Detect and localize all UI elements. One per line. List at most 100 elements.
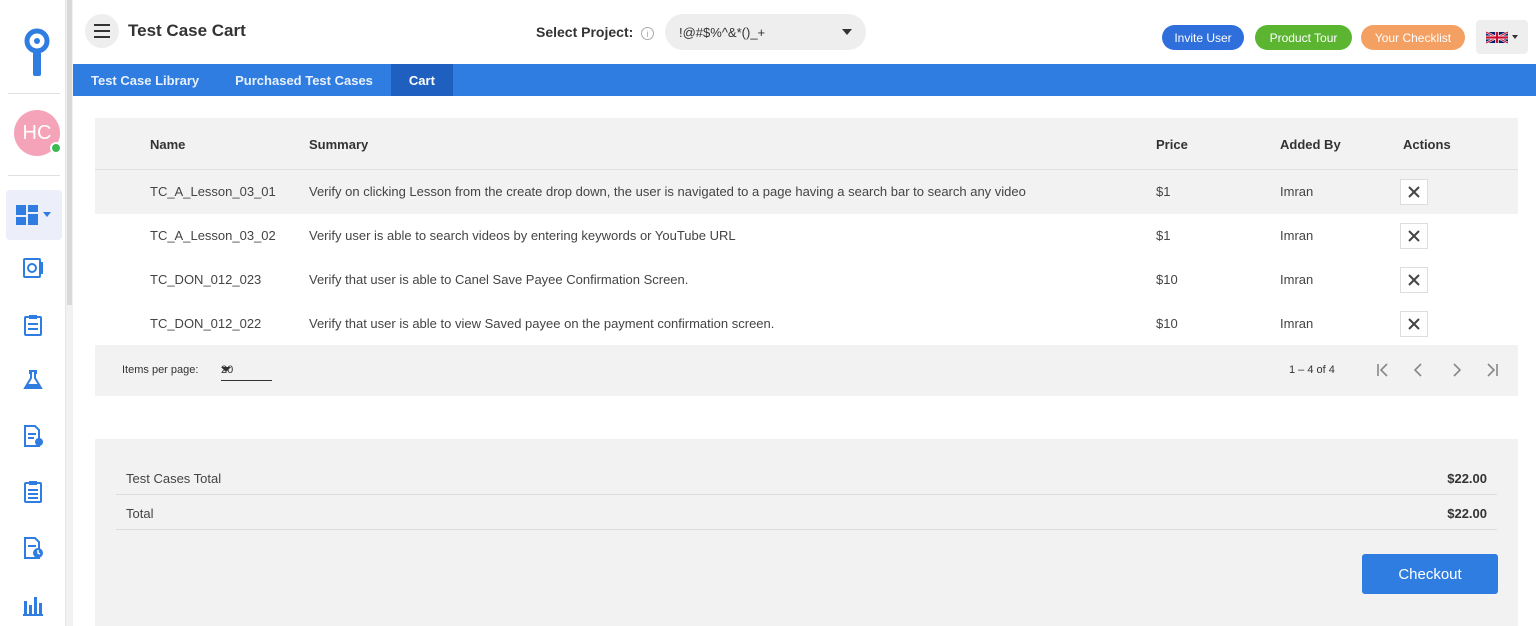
bar-chart-icon [23, 597, 43, 616]
product-tour-button[interactable]: Product Tour [1255, 25, 1352, 50]
online-status-icon [50, 142, 62, 154]
invite-user-button[interactable]: Invite User [1162, 25, 1244, 50]
project-label: Select Project: [536, 24, 634, 40]
cell-summary: Verify that user is able to Canel Save P… [309, 272, 689, 287]
sidebar-scrollbar[interactable] [66, 0, 73, 626]
cell-summary: Verify that user is able to view Saved p… [309, 316, 775, 331]
cell-summary: Verify user is able to search videos by … [309, 228, 736, 243]
last-page-button[interactable] [1482, 360, 1502, 380]
sidebar-divider [8, 93, 60, 94]
cell-price: $1 [1156, 228, 1171, 243]
cart-totals: Test Cases Total $22.00 Total $22.00 Che… [95, 439, 1518, 626]
uk-flag-icon [1486, 30, 1508, 44]
remove-item-button[interactable] [1400, 267, 1428, 293]
column-header-price[interactable]: Price [1156, 137, 1188, 152]
chevron-right-icon [1453, 363, 1462, 377]
cell-added-by: Imran [1280, 184, 1314, 199]
clipboard-list-icon [24, 315, 42, 336]
items-per-page-label: Items per page: [122, 364, 199, 376]
total-label: Total [126, 506, 154, 521]
column-header-actions: Actions [1403, 137, 1451, 152]
cell-price: $1 [1156, 184, 1171, 199]
chevron-left-icon [1413, 363, 1422, 377]
avatar-initials: HC [22, 121, 52, 144]
cell-price: $10 [1156, 272, 1178, 287]
cell-name: TC_A_Lesson_03_02 [150, 228, 276, 243]
sidebar-divider [8, 175, 60, 176]
column-header-summary[interactable]: Summary [309, 137, 368, 152]
hamburger-icon [94, 24, 110, 38]
header: Test Case Cart Select Project: i !@#$%^&… [73, 0, 1536, 64]
tab-purchased-test-cases[interactable]: Purchased Test Cases [217, 64, 391, 96]
flask-icon [23, 370, 43, 389]
test-cases-total-label: Test Cases Total [126, 471, 222, 486]
close-icon [1408, 318, 1420, 330]
first-page-icon [1377, 363, 1388, 377]
chevron-down-icon [1512, 35, 1518, 39]
items-per-page-select[interactable]: 20 [221, 361, 272, 381]
project-select[interactable]: !@#$%^&*()_+ [665, 14, 866, 50]
total-row: Total $22.00 [116, 495, 1497, 530]
tab-bar: Test Case Library Purchased Test Cases C… [73, 64, 1536, 96]
table-row: TC_DON_012_023 Verify that user is able … [95, 258, 1518, 302]
avatar[interactable]: HC [14, 110, 62, 156]
previous-page-button[interactable] [1409, 360, 1429, 380]
table-row: TC_A_Lesson_03_02 Verify user is able to… [95, 214, 1518, 258]
column-header-name[interactable]: Name [150, 137, 185, 152]
remove-item-button[interactable] [1400, 223, 1428, 249]
page-title: Test Case Cart [128, 21, 246, 40]
first-page-button[interactable] [1373, 360, 1393, 380]
sidebar-item-clipboard[interactable] [20, 312, 46, 338]
logo[interactable] [22, 28, 52, 80]
sidebar-item-bar-chart[interactable] [20, 592, 46, 618]
test-cases-total-value: $22.00 [1447, 471, 1487, 486]
chevron-down-icon [842, 29, 852, 35]
cell-added-by: Imran [1280, 228, 1314, 243]
project-select-value: !@#$%^&*()_+ [679, 24, 766, 40]
cell-added-by: Imran [1280, 272, 1314, 287]
column-header-added-by[interactable]: Added By [1280, 137, 1341, 152]
cell-name: TC_DON_012_023 [150, 272, 262, 287]
last-page-icon [1487, 363, 1498, 377]
tab-cart[interactable]: Cart [390, 64, 453, 96]
cell-name: TC_DON_012_022 [150, 316, 262, 331]
remove-item-button[interactable] [1400, 311, 1428, 337]
menu-button[interactable] [85, 14, 119, 48]
sidebar-item-flask[interactable] [20, 367, 46, 393]
cell-added-by: Imran [1280, 316, 1314, 331]
cell-name: TC_A_Lesson_03_01 [150, 184, 276, 199]
page-range-label: 1 – 4 of 4 [1289, 364, 1335, 376]
close-icon [1408, 186, 1420, 198]
info-icon[interactable]: i [641, 27, 654, 40]
scrollbar-thumb[interactable] [67, 0, 72, 305]
cell-summary: Verify on clicking Lesson from the creat… [309, 184, 1026, 199]
close-icon [1408, 274, 1420, 286]
paginator: Items per page: 20 1 – 4 of 4 [95, 345, 1518, 396]
close-icon [1408, 230, 1420, 242]
sidebar-item-checklist[interactable] [20, 479, 46, 505]
sidebar-item-document-clock[interactable] [20, 535, 46, 561]
tab-test-case-library[interactable]: Test Case Library [73, 64, 217, 96]
table-row: TC_A_Lesson_03_01 Verify on clicking Les… [95, 170, 1518, 214]
test-cases-total-row: Test Cases Total $22.00 [116, 460, 1497, 495]
checkout-button[interactable]: Checkout [1362, 554, 1498, 594]
cell-price: $10 [1156, 316, 1178, 331]
dashboard-icon [16, 205, 51, 225]
next-page-button[interactable] [1446, 360, 1466, 380]
sidebar-item-document-star[interactable] [20, 423, 46, 449]
sidebar-item-dashboard[interactable] [6, 190, 62, 240]
remove-item-button[interactable] [1400, 179, 1428, 205]
total-value: $22.00 [1447, 506, 1487, 521]
chevron-down-icon [221, 367, 231, 372]
checklist-icon [24, 481, 42, 503]
sidebar-item-settings-doc[interactable] [20, 255, 46, 281]
your-checklist-button[interactable]: Your Checklist [1361, 25, 1465, 50]
cart-table: Name Summary Price Added By Actions TC_A… [95, 118, 1518, 396]
document-clock-icon [24, 537, 43, 559]
language-select[interactable] [1476, 20, 1528, 54]
table-header: Name Summary Price Added By Actions [95, 118, 1518, 170]
document-star-icon [24, 425, 43, 447]
sidebar: HC [0, 0, 66, 626]
settings-doc-icon [23, 258, 43, 278]
table-row: TC_DON_012_022 Verify that user is able … [95, 302, 1518, 346]
